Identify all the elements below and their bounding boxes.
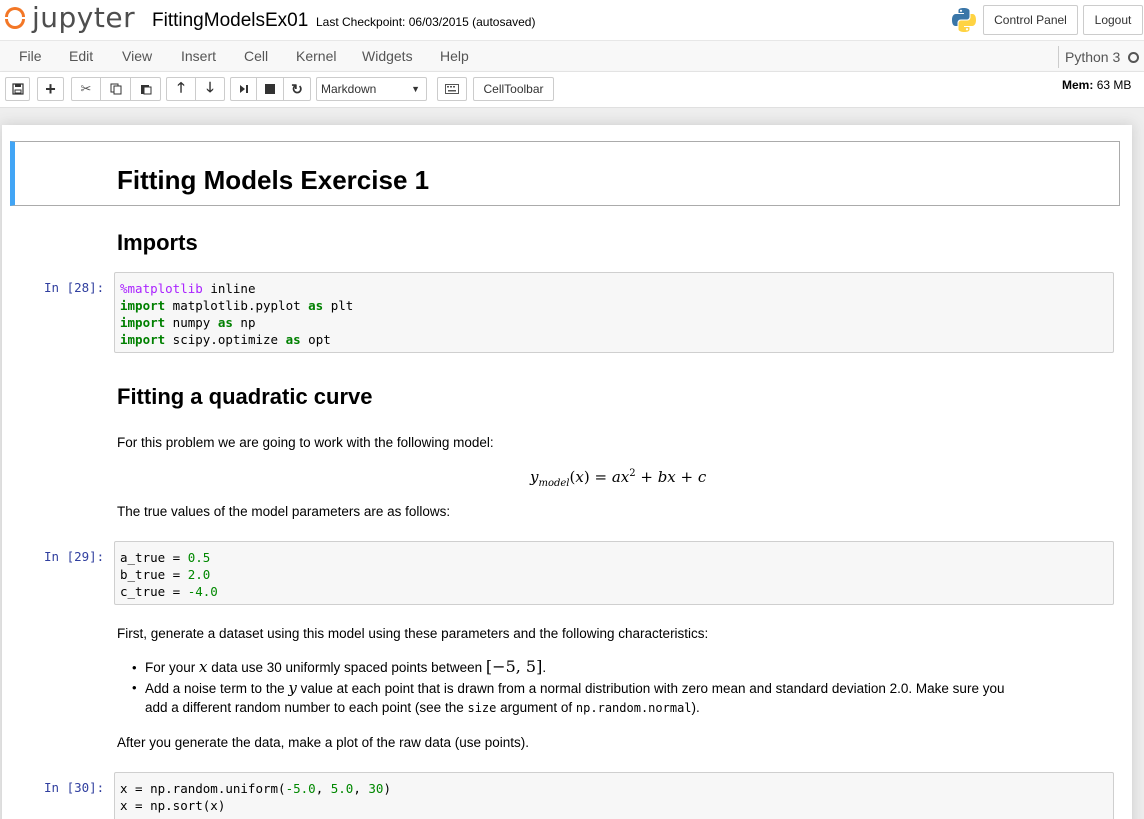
kernel-indicator: Python 3	[1058, 46, 1140, 68]
code-cell-params[interactable]: a_true = 0.5 b_true = 2.0 c_true = -4.0	[114, 541, 1114, 605]
menu-edit[interactable]: Edit	[69, 48, 93, 64]
bullet-noise: Add a noise term to the y value at each …	[145, 679, 1005, 697]
arrow-up-icon: 🡑	[177, 79, 185, 95]
bullet-dot: •	[132, 660, 137, 675]
cut-button[interactable]: ✂	[71, 77, 101, 101]
logout-button[interactable]: Logout	[1083, 5, 1143, 35]
copy-button[interactable]	[100, 77, 131, 101]
cell-type-select[interactable]: Markdown ▼	[316, 77, 427, 101]
step-forward-icon	[239, 85, 248, 93]
arrow-down-icon: 🡓	[206, 79, 214, 95]
save-button[interactable]	[5, 77, 30, 101]
stop-icon	[265, 84, 275, 94]
code-cell-generate[interactable]: x = np.random.uniform(-5.0, 5.0, 30) x =…	[114, 772, 1114, 819]
mem-value: 63 MB	[1096, 78, 1132, 92]
jupyter-logo[interactable]: jupyter	[4, 4, 135, 32]
menu-widgets[interactable]: Widgets	[362, 48, 413, 64]
notebook-title: Fitting Models Exercise 1	[117, 165, 430, 195]
jupyter-logo-icon	[4, 6, 28, 30]
move-down-button[interactable]: 🡓	[195, 77, 225, 101]
menu-file[interactable]: File	[19, 48, 42, 64]
interrupt-kernel-button[interactable]	[256, 77, 284, 101]
input-prompt-30: In [30]:	[44, 780, 105, 795]
model-equation: ymodel(x) = ax2 + bx + c	[530, 468, 707, 489]
toolbar: + ✂ 🡑 🡓 ↻ Markdown ▼ CellToolbar Mem: 63…	[0, 72, 1144, 108]
code-cell-imports[interactable]: %matplotlib inline import matplotlib.pyp…	[114, 272, 1114, 353]
run-cell-button[interactable]	[230, 77, 257, 101]
notebook-name[interactable]: FittingModelsEx01	[152, 10, 308, 32]
plus-icon: +	[45, 79, 56, 99]
quadratic-heading: Fitting a quadratic curve	[117, 384, 373, 409]
move-up-button[interactable]: 🡑	[166, 77, 196, 101]
menubar: File Edit View Insert Cell Kernel Widget…	[0, 40, 1144, 72]
header: jupyter FittingModelsEx01 Last Checkpoin…	[0, 0, 1144, 40]
kernel-name: Python 3	[1065, 49, 1121, 65]
input-prompt-29: In [29]:	[44, 549, 105, 564]
celltoolbar-button[interactable]: CellToolbar	[473, 77, 554, 101]
command-palette-button[interactable]	[437, 77, 467, 101]
menu-kernel[interactable]: Kernel	[296, 48, 336, 64]
menu-view[interactable]: View	[122, 48, 152, 64]
after-text: After you generate the data, make a plot…	[117, 735, 529, 750]
save-icon	[11, 83, 24, 95]
notebook-page: Fitting Models Exercise 1 Imports In [28…	[2, 125, 1132, 819]
paste-icon	[140, 85, 151, 95]
true-values-text: The true values of the model parameters …	[117, 504, 451, 519]
checkpoint-status: Last Checkpoint: 06/03/2015 (autosaved)	[316, 15, 536, 29]
notebook-area: Fitting Models Exercise 1 Imports In [28…	[0, 108, 1144, 819]
refresh-icon: ↻	[291, 80, 303, 97]
menu-cell[interactable]: Cell	[244, 48, 268, 64]
paste-button[interactable]	[130, 77, 161, 101]
keyboard-icon	[445, 84, 459, 94]
bullet-dot: •	[132, 680, 137, 695]
generate-text: First, generate a dataset using this mod…	[117, 626, 709, 641]
python-logo-icon	[952, 8, 976, 32]
restart-kernel-button[interactable]: ↻	[283, 77, 311, 101]
bullet-noise-line2: add a different random number to each po…	[145, 700, 700, 715]
menu-help[interactable]: Help	[440, 48, 469, 64]
input-prompt-28: In [28]:	[44, 280, 105, 295]
menu-insert[interactable]: Insert	[181, 48, 216, 64]
intro-text: For this problem we are going to work wi…	[117, 435, 494, 450]
cell-type-value: Markdown	[321, 82, 377, 96]
kernel-idle-icon	[1128, 51, 1140, 63]
copy-icon	[110, 83, 121, 95]
imports-heading: Imports	[117, 230, 198, 255]
mem-label: Mem:	[1062, 78, 1094, 92]
control-panel-button[interactable]: Control Panel	[983, 5, 1078, 35]
scissors-icon: ✂	[80, 81, 92, 96]
insert-cell-button[interactable]: +	[37, 77, 64, 101]
logo-text: jupyter	[32, 1, 136, 34]
dropdown-arrow-icon: ▼	[411, 84, 420, 94]
bullet-x-data: For your x data use 30 uniformly spaced …	[145, 657, 547, 676]
memory-usage: Mem: 63 MB	[1062, 78, 1131, 92]
